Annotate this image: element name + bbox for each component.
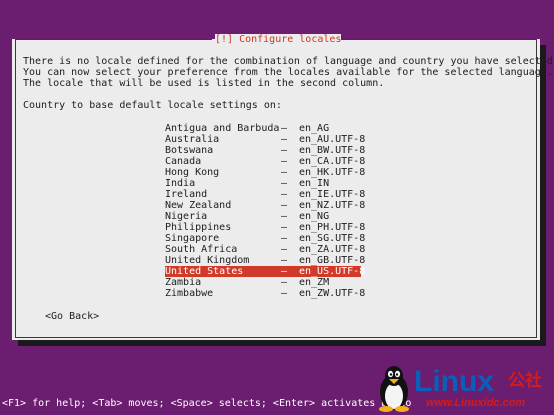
locale-option[interactable]: Singapore – en_SG.UTF-8 (165, 233, 366, 244)
dialog-title: [!] Configure locales (215, 34, 342, 45)
watermark-url: www.Linuxidc.com (426, 397, 526, 409)
separator-dash: – (281, 189, 288, 200)
watermark-gongshe-text: 公社 (508, 371, 542, 391)
dialog-frame-top (333, 39, 537, 40)
locale-option[interactable]: Canada – en_CA.UTF-8 (165, 156, 366, 167)
country-name: Zambia (165, 277, 202, 288)
locale-code: en_AU.UTF-8 (299, 134, 366, 145)
dialog-shadow (540, 45, 546, 346)
locale-option-selected[interactable]: United States – en_US.UTF-8 (165, 266, 366, 277)
separator-dash: – (281, 277, 288, 288)
locale-option[interactable]: India – en_IN (165, 178, 361, 189)
locale-code: en_ZA.UTF-8 (299, 244, 366, 255)
country-name: Australia (165, 134, 220, 145)
locale-option[interactable]: Ireland – en_IE.UTF-8 (165, 189, 366, 200)
locale-code: en_HK.UTF-8 (299, 167, 366, 178)
go-back-button[interactable]: <Go Back> (45, 311, 99, 322)
locale-code: en_ZW.UTF-8 (299, 288, 366, 299)
linuxidc-watermark: Linux 公社 www.Linuxidc.com (376, 364, 552, 412)
locale-option[interactable]: Antigua and Barbuda – en_AG (165, 123, 361, 134)
locale-option[interactable]: Botswana – en_BW.UTF-8 (165, 145, 366, 156)
country-name: Singapore (165, 233, 220, 244)
locale-code: en_IN (299, 178, 330, 189)
locale-code: en_GB.UTF-8 (299, 255, 366, 266)
country-prompt: Country to base default locale settings … (23, 100, 282, 111)
configure-locales-dialog: [!] Configure locales There is no locale… (12, 34, 554, 340)
country-name: India (165, 178, 196, 189)
message-line: There is no locale defined for the combi… (23, 56, 554, 67)
locale-code: en_US.UTF-8 (299, 266, 366, 277)
dialog-frame-top (15, 39, 212, 40)
country-name: South Africa (165, 244, 238, 255)
country-name: Ireland (165, 189, 208, 200)
locale-option[interactable]: Hong Kong – en_HK.UTF-8 (165, 167, 366, 178)
separator-dash: – (281, 123, 288, 134)
locale-code: en_IE.UTF-8 (299, 189, 366, 200)
locale-code: en_SG.UTF-8 (299, 233, 366, 244)
locale-option[interactable]: Philippines – en_PH.UTF-8 (165, 222, 366, 233)
locale-code: en_PH.UTF-8 (299, 222, 366, 233)
locale-option[interactable]: Zimbabwe – en_ZW.UTF-8 (165, 288, 366, 299)
separator-dash: – (281, 200, 288, 211)
locale-code: en_BW.UTF-8 (299, 145, 366, 156)
country-name: Hong Kong (165, 167, 220, 178)
separator-dash: – (281, 255, 288, 266)
tux-penguin-icon (379, 366, 409, 412)
locale-option[interactable]: Australia – en_AU.UTF-8 (165, 134, 366, 145)
separator-dash: – (281, 167, 288, 178)
country-name: Canada (165, 156, 202, 167)
locale-option[interactable]: Nigeria – en_NG (165, 211, 361, 222)
country-name: Antigua and Barbuda (165, 123, 280, 134)
country-name: New Zealand (165, 200, 232, 211)
locale-code: en_AG (299, 123, 330, 134)
watermark-linux-text: Linux (414, 365, 494, 398)
locale-option[interactable]: United Kingdom – en_GB.UTF-8 (165, 255, 366, 266)
separator-dash: – (281, 211, 288, 222)
separator-dash: – (281, 222, 288, 233)
locale-option[interactable]: South Africa – en_ZA.UTF-8 (165, 244, 366, 255)
locale-code: en_CA.UTF-8 (299, 156, 366, 167)
separator-dash: – (281, 288, 288, 299)
separator-dash: – (281, 244, 288, 255)
country-locale-list[interactable]: Antigua and Barbuda – en_AG Australia – en_AU… (165, 123, 366, 299)
country-name: Nigeria (165, 211, 208, 222)
dialog-message: There is no locale defined for the combi… (23, 56, 554, 89)
installer-screen: [!] Configure locales There is no locale… (0, 0, 554, 415)
separator-dash: – (281, 178, 288, 189)
dialog-shadow (18, 340, 546, 346)
locale-code: en_NZ.UTF-8 (299, 200, 366, 211)
locale-option[interactable]: New Zealand – en_NZ.UTF-8 (165, 200, 366, 211)
separator-dash: – (281, 145, 288, 156)
separator-dash: – (281, 266, 288, 277)
separator-dash: – (281, 156, 288, 167)
message-line: The locale that will be used is listed i… (23, 78, 385, 89)
country-name: Philippines (165, 222, 232, 233)
separator-dash: – (281, 233, 288, 244)
country-name: Botswana (165, 145, 214, 156)
locale-code: en_NG (299, 211, 330, 222)
message-line: You can now select your preference from … (23, 67, 553, 78)
separator-dash: – (281, 134, 288, 145)
country-name: Zimbabwe (165, 288, 214, 299)
country-name: United States (165, 266, 244, 277)
locale-code: en_ZM (299, 277, 330, 288)
locale-option[interactable]: Zambia – en_ZM (165, 277, 361, 288)
country-name: United Kingdom (165, 255, 250, 266)
